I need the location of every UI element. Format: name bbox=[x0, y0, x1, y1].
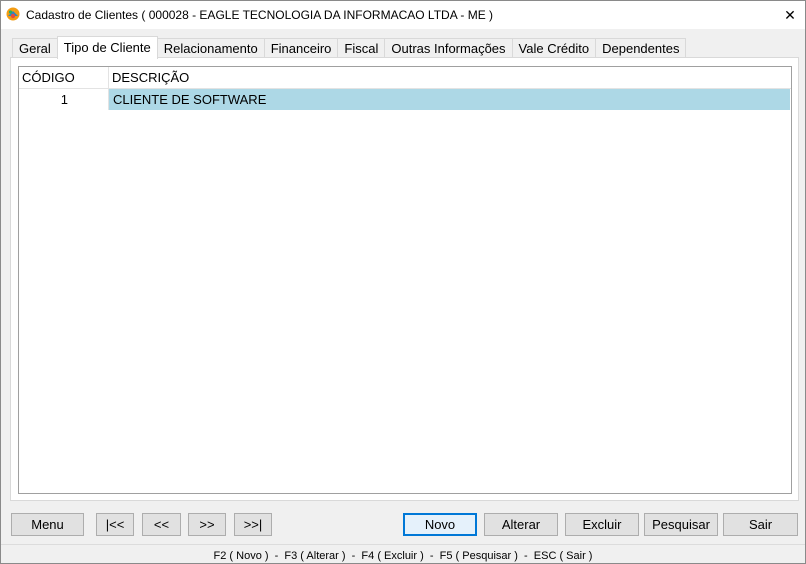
tab-outras-informacoes[interactable]: Outras Informações bbox=[384, 38, 513, 58]
title-bar: Cadastro de Clientes ( 000028 - EAGLE TE… bbox=[1, 1, 805, 29]
column-header-description[interactable]: DESCRIÇÃO bbox=[109, 67, 791, 88]
tab-dependentes[interactable]: Dependentes bbox=[595, 38, 687, 58]
close-icon: ✕ bbox=[784, 6, 796, 23]
menu-button[interactable]: Menu bbox=[11, 513, 84, 536]
pesquisar-button[interactable]: Pesquisar bbox=[644, 513, 718, 536]
previous-record-button[interactable]: << bbox=[142, 513, 181, 536]
window-title: Cadastro de Clientes ( 000028 - EAGLE TE… bbox=[26, 8, 494, 22]
cell-code[interactable]: 1 bbox=[19, 89, 109, 110]
last-record-button[interactable]: >>| bbox=[234, 513, 272, 536]
alterar-button[interactable]: Alterar bbox=[484, 513, 558, 536]
tab-tipo-de-cliente[interactable]: Tipo de Cliente bbox=[56, 36, 158, 59]
sair-button[interactable]: Sair bbox=[723, 513, 798, 536]
tab-panel: CÓDIGO DESCRIÇÃO 1 CLIENTE DE SOFTWARE bbox=[10, 57, 799, 501]
tab-geral[interactable]: Geral bbox=[12, 38, 58, 58]
status-bar: F2 ( Novo ) - F3 ( Alterar ) - F4 ( Excl… bbox=[1, 544, 805, 564]
first-record-button[interactable]: |<< bbox=[96, 513, 134, 536]
keyboard-shortcuts-text: F2 ( Novo ) - F3 ( Alterar ) - F4 ( Excl… bbox=[213, 550, 593, 562]
close-button[interactable]: ✕ bbox=[775, 1, 805, 29]
next-record-button[interactable]: >> bbox=[188, 513, 226, 536]
tab-strip: Geral Tipo de Cliente Relacionamento Fin… bbox=[12, 36, 687, 59]
novo-button[interactable]: Novo bbox=[403, 513, 477, 536]
excluir-button[interactable]: Excluir bbox=[565, 513, 639, 536]
tab-fiscal[interactable]: Fiscal bbox=[337, 38, 386, 58]
client-type-grid[interactable]: CÓDIGO DESCRIÇÃO 1 CLIENTE DE SOFTWARE bbox=[18, 66, 792, 494]
client-registration-window: Cadastro de Clientes ( 000028 - EAGLE TE… bbox=[0, 0, 806, 564]
grid-header: CÓDIGO DESCRIÇÃO bbox=[19, 67, 791, 89]
tab-financeiro[interactable]: Financeiro bbox=[263, 38, 339, 58]
tab-vale-credito[interactable]: Vale Crédito bbox=[511, 38, 597, 58]
tab-relacionamento[interactable]: Relacionamento bbox=[156, 38, 265, 58]
table-row[interactable]: 1 CLIENTE DE SOFTWARE bbox=[19, 89, 791, 110]
app-logo-icon bbox=[6, 7, 20, 21]
cell-description[interactable]: CLIENTE DE SOFTWARE bbox=[109, 89, 790, 110]
column-header-code[interactable]: CÓDIGO bbox=[19, 67, 109, 88]
